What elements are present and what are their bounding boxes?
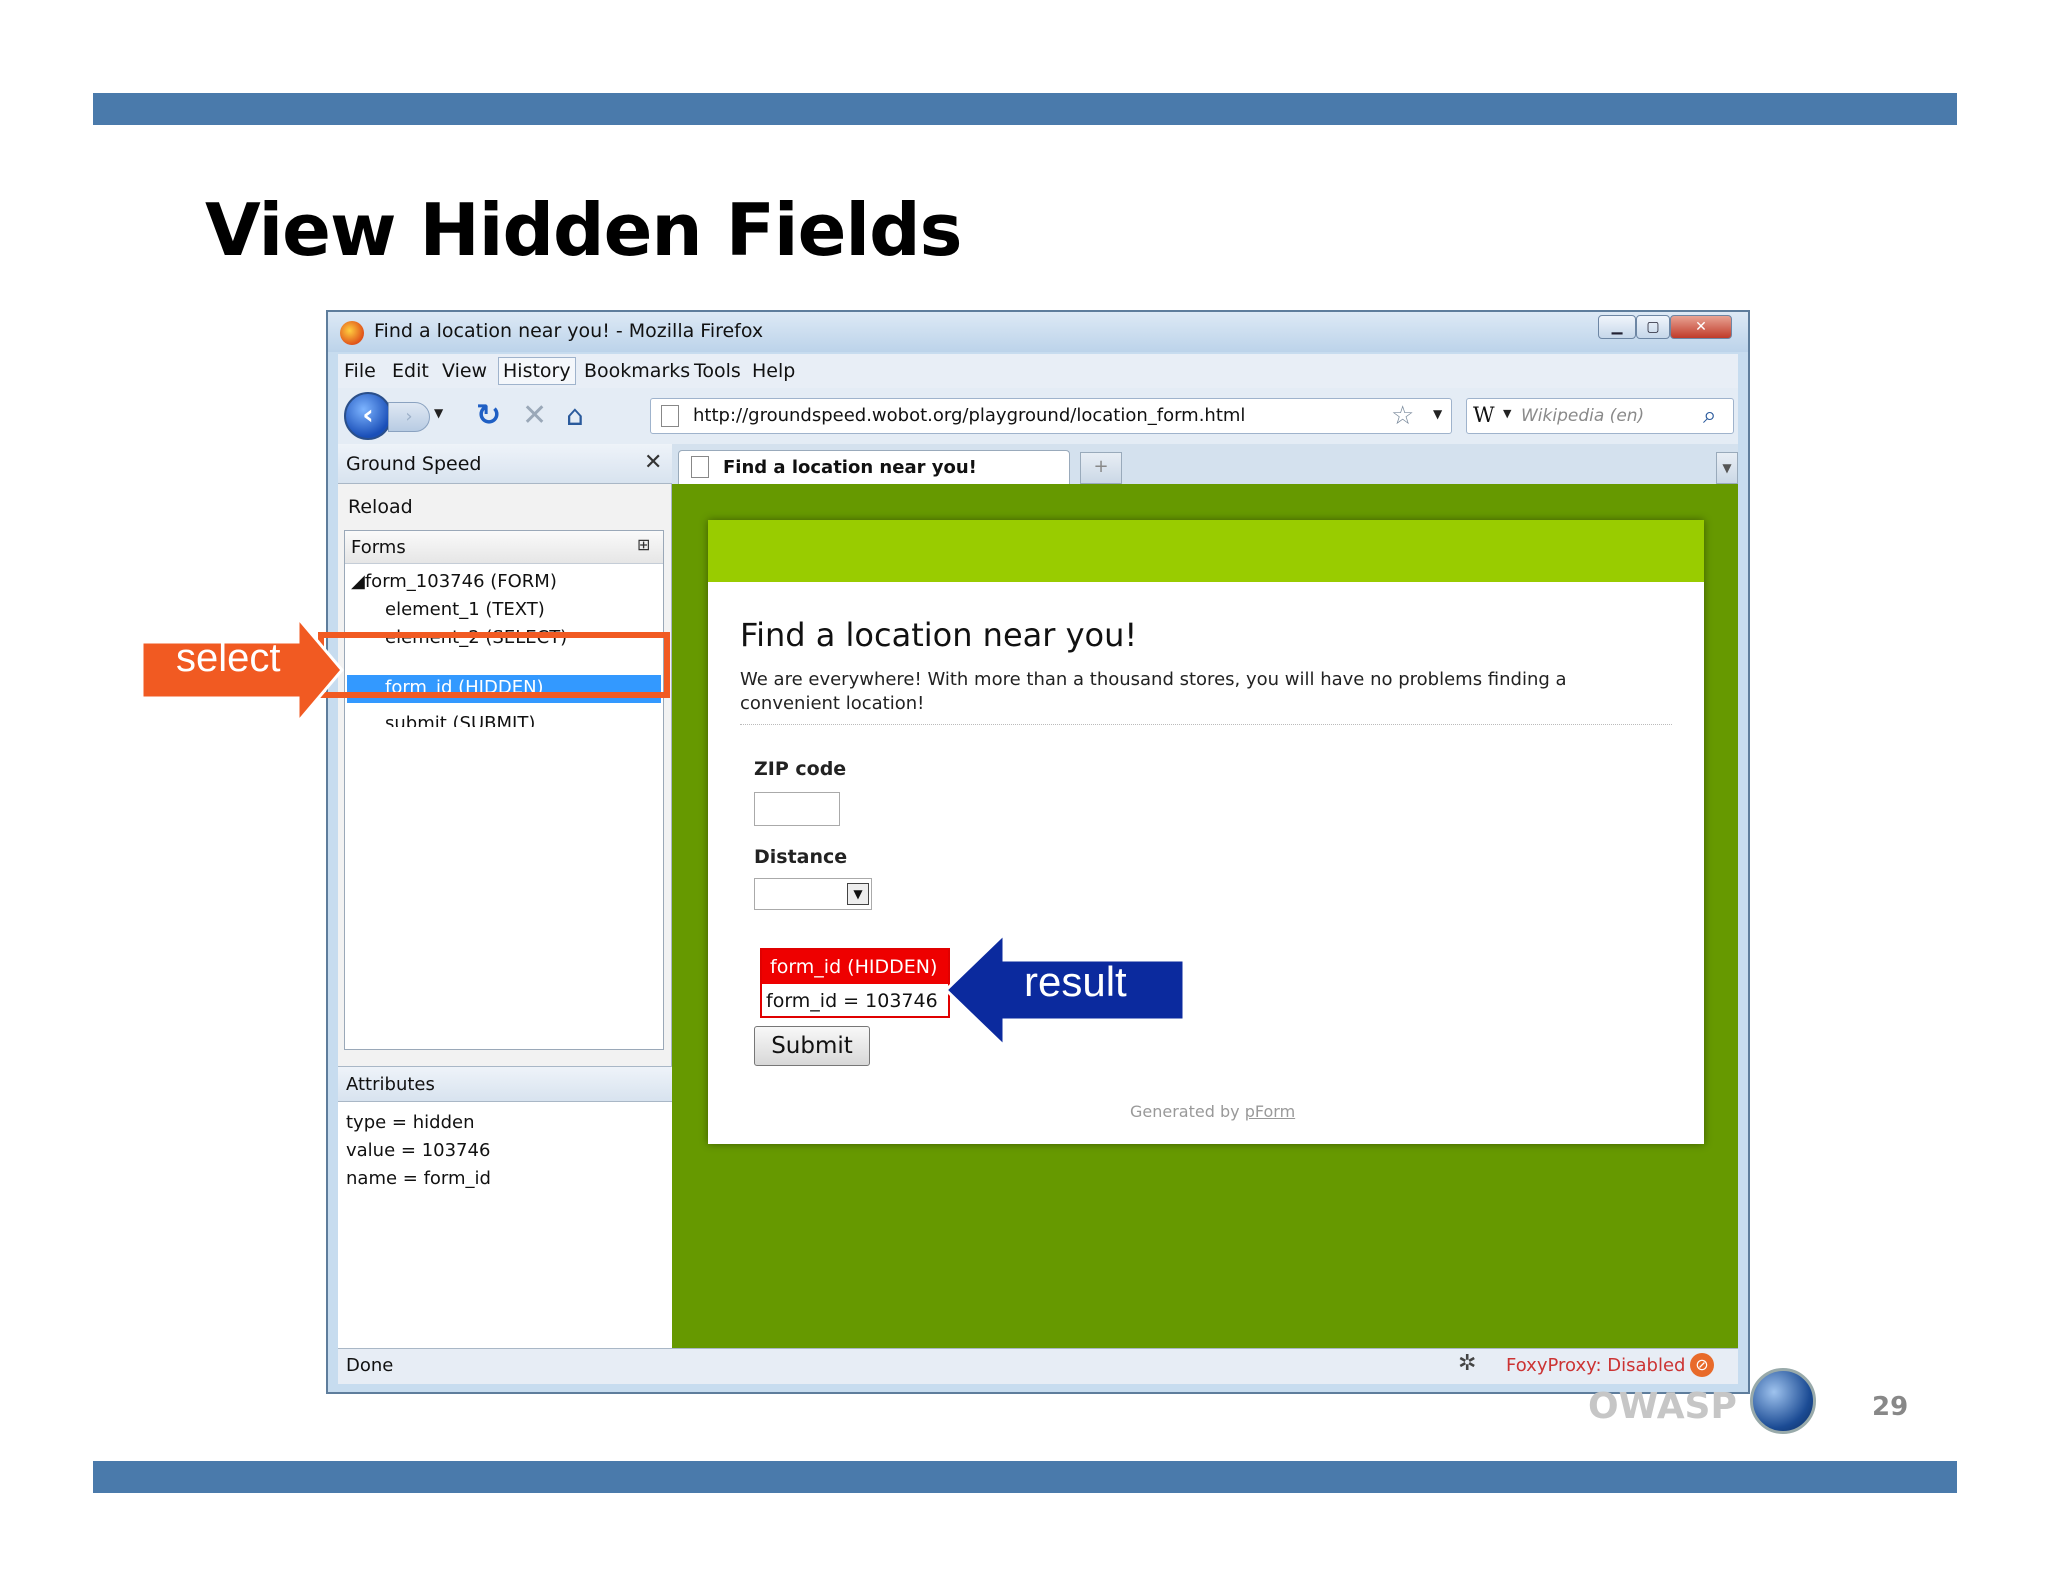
status-bar: Done ✲ FoxyProxy: Disabled ⊘	[338, 1348, 1738, 1384]
slide-title: View Hidden Fields	[205, 188, 962, 272]
menu-view[interactable]: View	[442, 360, 487, 382]
generated-by-text: Generated by	[1130, 1102, 1245, 1121]
groundspeed-sidebar: Ground Speed ✕ Reload Forms ⊞ ◢form_1037…	[338, 444, 672, 1348]
window-title: Find a location near you! - Mozilla Fire…	[374, 320, 764, 342]
chevron-down-icon[interactable]: ▼	[847, 883, 869, 905]
attribute-type: type = hidden	[346, 1112, 475, 1133]
submit-button[interactable]: Submit	[754, 1026, 870, 1066]
firefox-window: Find a location near you! - Mozilla Fire…	[326, 310, 1750, 1394]
tree-item-form[interactable]: ◢form_103746 (FORM)	[351, 571, 557, 592]
reload-button[interactable]: Reload	[348, 496, 413, 518]
forms-label: Forms	[351, 537, 406, 558]
url-dropdown-icon[interactable]: ▼	[1433, 407, 1442, 421]
attributes-header: Attributes	[338, 1066, 672, 1102]
menu-history[interactable]: History	[498, 357, 576, 385]
status-text: Done	[346, 1355, 394, 1376]
attributes-title: Attributes	[346, 1074, 435, 1095]
tab-page-icon	[691, 456, 709, 478]
divider	[740, 724, 1672, 725]
tab-list-icon[interactable]: ▼	[1716, 452, 1738, 484]
page-number: 29	[1872, 1392, 1909, 1422]
url-bar[interactable]: http://groundspeed.wobot.org/playground/…	[650, 398, 1452, 434]
page-intro: We are everywhere! With more than a thou…	[740, 669, 1567, 714]
foxyproxy-disabled-icon[interactable]: ⊘	[1690, 1353, 1714, 1377]
owasp-logo-icon	[1750, 1368, 1816, 1434]
menu-bar: File Edit View History Bookmarks Tools H…	[338, 354, 1738, 388]
tab-find-location[interactable]: Find a location near you!	[678, 450, 1070, 484]
distance-select[interactable]: ▼	[754, 878, 872, 910]
url-text[interactable]: http://groundspeed.wobot.org/playground/…	[693, 405, 1245, 426]
distance-label: Distance	[754, 846, 848, 868]
tab-strip: Find a location near you! + ▼	[672, 444, 1738, 484]
tab-label[interactable]: Find a location near you!	[723, 457, 977, 478]
history-dropdown-icon[interactable]: ▼	[434, 406, 443, 420]
zip-label: ZIP code	[754, 758, 847, 780]
menu-help[interactable]: Help	[752, 360, 795, 382]
form-card: Find a location near you! We are everywh…	[708, 520, 1704, 1144]
firefox-icon	[340, 321, 364, 345]
zip-input[interactable]	[754, 792, 840, 826]
owasp-logo-text: OWASP	[1588, 1386, 1737, 1427]
hidden-field-value: form_id = 103746	[766, 990, 938, 1012]
search-engine-dropdown-icon[interactable]: ▼	[1503, 407, 1511, 420]
sidebar-header: Ground Speed ✕	[338, 444, 672, 484]
attribute-name: name = form_id	[346, 1168, 491, 1189]
title-bar: Find a location near you! - Mozilla Fire…	[328, 312, 1748, 352]
hidden-field-reveal: form_id (HIDDEN) form_id = 103746	[760, 948, 950, 1018]
tree-item-element-1[interactable]: element_1 (TEXT)	[385, 599, 545, 620]
menu-file[interactable]: File	[344, 360, 376, 382]
search-icon[interactable]: ⌕	[1703, 401, 1716, 429]
select-callout-label: select	[176, 636, 281, 680]
close-window-button[interactable]: ✕	[1670, 315, 1732, 339]
generated-by: Generated by pForm	[1130, 1102, 1295, 1121]
bookmark-star-icon[interactable]: ☆	[1391, 401, 1414, 431]
search-input[interactable]: Wikipedia (en)	[1521, 406, 1644, 426]
bug-icon[interactable]: ✲	[1458, 1351, 1476, 1376]
slide-top-bar	[93, 93, 1957, 125]
stop-icon[interactable]: ✕	[522, 400, 547, 432]
attribute-value: value = 103746	[346, 1140, 491, 1161]
forward-arrow-icon[interactable]: ›	[388, 402, 430, 432]
new-tab-button[interactable]: +	[1080, 452, 1122, 484]
attributes-panel: Attributes type = hidden value = 103746 …	[338, 1066, 672, 1348]
column-picker-icon[interactable]: ⊞	[637, 535, 650, 554]
select-highlight-box	[318, 632, 670, 698]
card-header-band	[708, 520, 1704, 582]
home-icon[interactable]: ⌂	[566, 400, 584, 432]
close-icon[interactable]: ✕	[644, 450, 662, 475]
reload-icon[interactable]: ↻	[476, 400, 501, 432]
maximize-button[interactable]: ▢	[1636, 315, 1670, 339]
wikipedia-icon[interactable]: W	[1473, 403, 1495, 427]
forms-header: Forms ⊞	[345, 531, 663, 564]
search-bar[interactable]: W ▼ Wikipedia (en) ⌕	[1466, 398, 1734, 434]
menu-edit[interactable]: Edit	[392, 360, 429, 382]
navigation-toolbar: ‹ › ▼ ↻ ✕ ⌂ http://groundspeed.wobot.org…	[338, 388, 1738, 444]
slide-bottom-bar	[93, 1461, 1957, 1493]
menu-tools[interactable]: Tools	[694, 360, 741, 382]
tree-item-submit[interactable]: submit (SUBMIT)	[385, 713, 535, 727]
minimize-button[interactable]: ▁	[1598, 315, 1636, 339]
result-callout-label: result	[1024, 958, 1127, 1005]
page-content: Find a location near you! We are everywh…	[672, 484, 1738, 1348]
forms-tree: Forms ⊞ ◢form_103746 (FORM) element_1 (T…	[344, 530, 664, 1050]
foxyproxy-status[interactable]: FoxyProxy: Disabled	[1506, 1355, 1685, 1376]
hidden-field-label: form_id (HIDDEN)	[762, 950, 948, 984]
page-heading: Find a location near you!	[740, 616, 1138, 654]
back-arrow-icon[interactable]: ‹	[344, 392, 392, 440]
pform-link[interactable]: pForm	[1245, 1102, 1295, 1121]
menu-bookmarks[interactable]: Bookmarks	[584, 360, 690, 382]
page-icon	[661, 405, 679, 427]
sidebar-title: Ground Speed	[346, 453, 482, 475]
